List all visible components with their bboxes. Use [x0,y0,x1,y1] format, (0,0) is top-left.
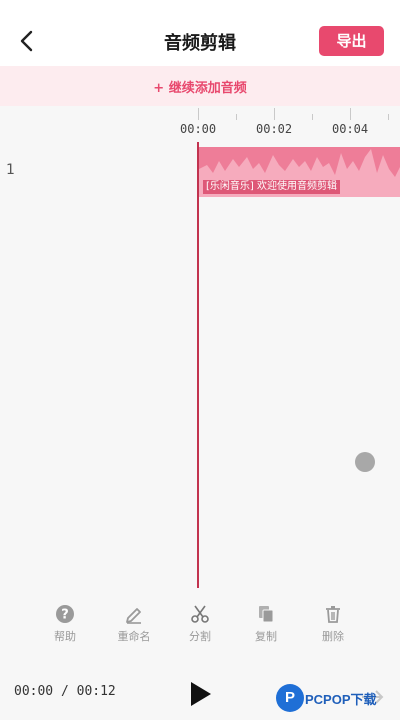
clip-title: [乐闲音乐] 欢迎使用音频剪辑 [203,180,340,194]
ruler-tick [198,108,199,120]
timeline[interactable]: 00:00 00:02 00:04 1 [乐闲音乐] 欢迎使用音频剪辑 [0,106,400,596]
watermark-logo-letter: P [284,689,295,706]
playhead[interactable] [197,142,199,588]
time-ruler: 00:00 00:02 00:04 [0,106,400,142]
add-audio-bar[interactable]: + 继续添加音频 [0,66,400,106]
delete-label: 删除 [322,630,344,643]
ruler-minor-tick [312,114,313,120]
watermark-logo: P [276,684,304,712]
audio-clip[interactable]: [乐闲音乐] 欢迎使用音频剪辑 [199,147,400,197]
copy-label: 复制 [255,630,277,643]
watermark-text: PCPOP下载 [305,692,377,707]
edit-toolbar: ? 帮助 重命名 分割 复制 删除 [0,596,400,650]
ruler-label: 00:04 [332,122,369,136]
ruler-minor-tick [388,114,389,120]
rename-label: 重命名 [117,630,151,643]
copy-icon [259,606,274,623]
svg-text:?: ? [61,608,69,623]
rename-button[interactable]: 重命名 [104,604,164,644]
split-label: 分割 [189,630,211,643]
copy-button[interactable]: 复制 [236,604,296,644]
split-button[interactable]: 分割 [170,604,230,644]
ruler-label: 00:02 [256,122,293,136]
play-icon[interactable] [188,680,214,708]
export-button[interactable]: 导出 [319,26,384,56]
help-icon: ? [56,605,74,623]
trash-icon [326,606,340,623]
ruler-minor-tick [236,114,237,120]
add-audio-label: + 继续添加音频 [153,81,247,96]
ruler-tick [274,108,275,120]
help-button[interactable]: ? 帮助 [35,604,95,644]
track-number: 1 [6,162,15,178]
delete-button[interactable]: 删除 [303,604,363,644]
ruler-label: 00:00 [180,122,217,136]
scissors-icon [191,605,209,623]
help-label: 帮助 [54,630,76,643]
ruler-tick [350,108,351,120]
edit-icon [126,608,141,624]
time-readout: 00:00 / 00:12 [14,684,116,699]
scroll-handle[interactable] [355,452,375,472]
header: 音频剪辑 导出 [0,0,400,66]
